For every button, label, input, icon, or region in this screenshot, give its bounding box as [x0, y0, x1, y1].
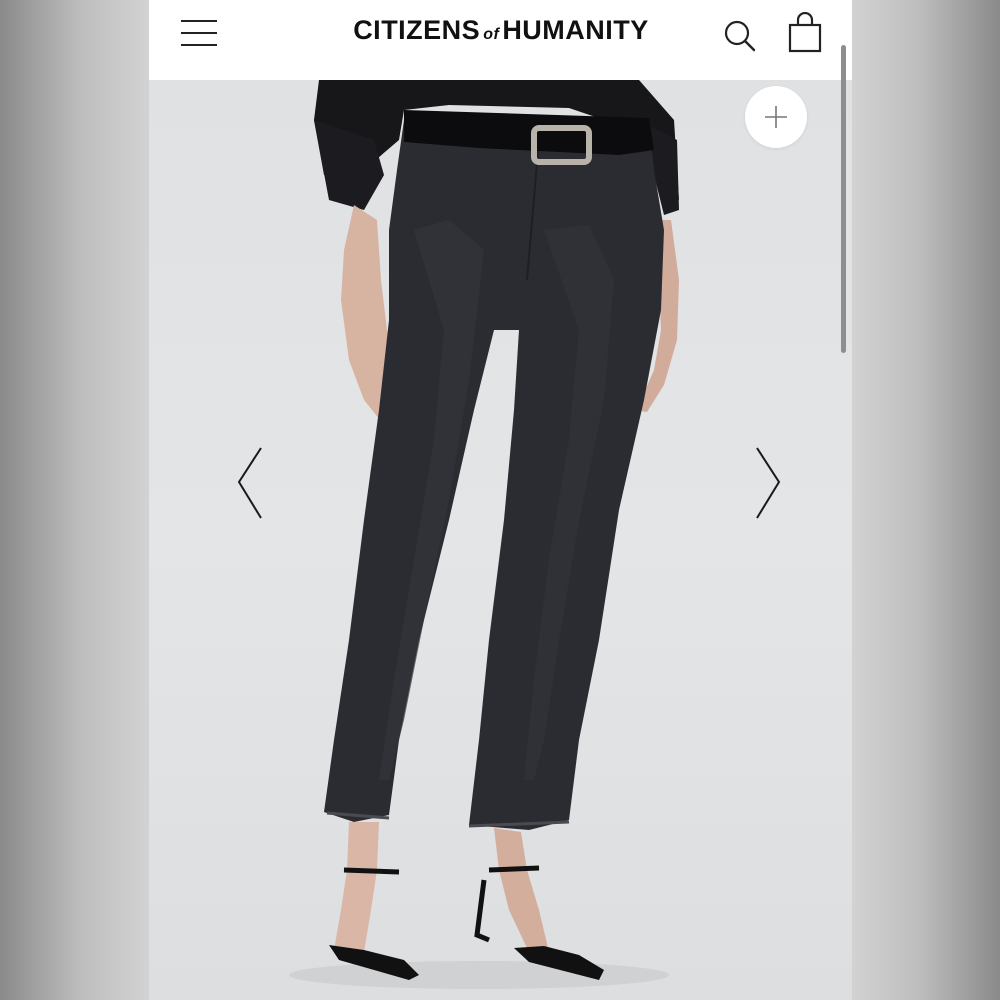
hamburger-menu-icon[interactable] — [179, 17, 219, 49]
logo-citizens: CITIZENS — [353, 15, 481, 45]
logo-humanity: HUMANITY — [502, 15, 649, 45]
product-image-gallery[interactable] — [149, 80, 852, 1000]
brand-logo[interactable]: CITIZENS of HUMANITY — [321, 10, 681, 50]
next-image-button[interactable] — [749, 442, 789, 522]
previous-image-button[interactable] — [231, 442, 271, 522]
mobile-viewport: CITIZENS of HUMANITY — [149, 0, 852, 1000]
chevron-right-icon — [756, 447, 781, 519]
zoom-plus-button[interactable] — [745, 86, 807, 148]
plus-icon — [765, 106, 787, 128]
page-scrollbar[interactable] — [841, 45, 846, 353]
screenshot-frame: CITIZENS of HUMANITY — [0, 0, 1000, 1000]
search-icon[interactable] — [721, 17, 761, 57]
product-photo — [289, 80, 679, 989]
site-header: CITIZENS of HUMANITY — [149, 0, 852, 80]
shopping-bag-icon[interactable] — [785, 11, 825, 56]
logo-of: of — [483, 26, 500, 43]
chevron-left-icon — [237, 447, 262, 519]
